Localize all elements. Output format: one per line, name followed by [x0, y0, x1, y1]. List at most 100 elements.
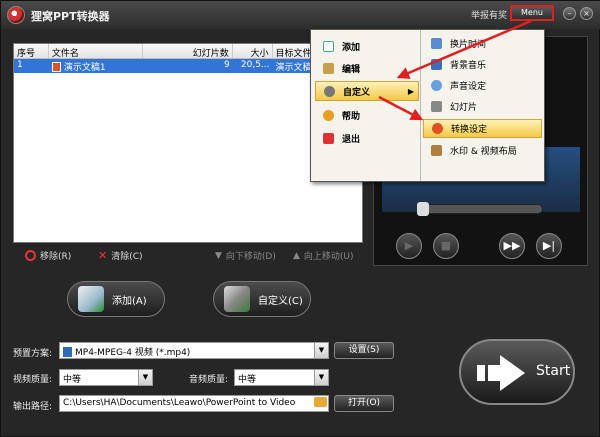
submenu-item-label: 水印 & 视频布局 — [450, 147, 517, 157]
submenu-item-slide-timing[interactable]: 换片时间 — [423, 34, 542, 53]
app-window: 狸窝PPT转换器 举报有奖 Menu – × 序号 文件名 幻灯片数 大小 目标… — [0, 0, 600, 437]
arrow-down-icon: ▼ — [215, 250, 222, 261]
menu-button[interactable]: Menu — [510, 5, 554, 21]
video-quality-label: 视频质量: — [13, 375, 53, 385]
chevron-down-icon: ▼ — [314, 370, 328, 385]
fast-forward-icon: ▶▶ — [503, 239, 521, 252]
preset-value: MP4-MPEG-4 视频 (*.mp4) — [75, 348, 191, 358]
edit-icon — [323, 62, 334, 74]
settings-button[interactable]: 设置(S) — [334, 342, 394, 359]
column-header-slides[interactable]: 幻灯片数 — [143, 44, 233, 58]
video-quality-value: 中等 — [63, 375, 82, 385]
menu-item-help[interactable]: 帮助 — [315, 105, 419, 125]
audio-quality-value: 中等 — [238, 375, 257, 385]
play-button[interactable]: ▶ — [396, 233, 422, 259]
submenu-item-label: 转换设定 — [451, 125, 488, 135]
play-icon: ▶ — [404, 239, 414, 252]
folder-icon[interactable] — [314, 397, 327, 407]
chevron-right-icon: ▶ — [407, 86, 414, 96]
next-button[interactable]: ▶| — [536, 233, 562, 259]
customize-button[interactable]: 自定义(C) — [213, 281, 311, 317]
menu-item-edit-label: 编辑 — [342, 64, 361, 75]
add-button[interactable]: 添加(A) — [67, 281, 165, 317]
stop-button[interactable]: ■ — [433, 233, 459, 259]
menu-item-help-label: 帮助 — [342, 111, 361, 122]
submenu-item-sound-settings[interactable]: 声音设定 — [423, 76, 542, 95]
stop-icon: ■ — [440, 239, 452, 252]
ppt-file-icon — [51, 62, 61, 72]
close-button[interactable]: × — [580, 7, 593, 20]
output-path-field[interactable]: C:\Users\HA\Documents\Leawo\PowerPoint t… — [59, 395, 329, 412]
clear-button[interactable]: ✕ 清除(C) — [98, 249, 143, 262]
start-label: Start — [536, 363, 571, 379]
output-path-label: 输出路径: — [13, 402, 53, 412]
audio-quality-select[interactable]: 中等 ▼ — [234, 369, 329, 386]
column-header-index[interactable]: 序号 — [14, 44, 49, 58]
minimize-button[interactable]: – — [563, 7, 576, 20]
music-icon — [431, 59, 442, 70]
slide-icon — [431, 101, 442, 112]
seek-knob[interactable] — [417, 202, 429, 216]
arrow-up-icon: ▲ — [293, 250, 300, 261]
mp4-icon — [63, 347, 72, 357]
submenu-item-label: 换片时间 — [450, 40, 487, 50]
tools-icon — [224, 286, 250, 312]
menu-item-add-label: 添加 — [342, 42, 361, 53]
customize-button-label: 自定义(C) — [258, 295, 303, 307]
clear-icon: ✕ — [98, 249, 108, 262]
title-bar: 狸窝PPT转换器 举报有奖 Menu – × — [1, 1, 600, 29]
chevron-down-icon: ▼ — [138, 370, 152, 385]
clear-label: 清除(C) — [111, 252, 143, 262]
menu-item-exit[interactable]: 退出 — [315, 128, 419, 148]
remove-icon — [25, 250, 36, 261]
move-up-button[interactable]: ▲ 向上移动(U) — [293, 249, 354, 263]
help-icon — [323, 109, 334, 121]
open-button[interactable]: 打开(O) — [334, 395, 394, 412]
move-down-button[interactable]: ▼ 向下移动(D) — [215, 249, 276, 263]
start-button[interactable]: Start — [459, 339, 575, 405]
submenu-item-label: 幻灯片 — [450, 103, 478, 113]
add-file-icon — [78, 286, 104, 312]
exit-icon — [323, 132, 334, 144]
cell-filename-text: 演示文稿1 — [63, 63, 106, 73]
cell-filename: 演示文稿1 — [49, 59, 143, 73]
report-link[interactable]: 举报有奖 — [471, 8, 507, 21]
column-header-filename[interactable]: 文件名 — [49, 44, 144, 58]
remove-label: 移除(R) — [40, 252, 72, 262]
main-menu-popup: 添加 编辑 自定义 ▶ 帮助 退出 换片时间 背景音乐 声音设定 幻灯片 转换设… — [310, 29, 545, 182]
submenu-item-background-music[interactable]: 背景音乐 — [423, 55, 542, 74]
output-path-value: C:\Users\HA\Documents\Leawo\PowerPoint t… — [63, 398, 296, 408]
seek-slider[interactable] — [417, 202, 543, 216]
submenu-item-watermark-layout[interactable]: 水印 & 视频布局 — [423, 141, 542, 160]
list-actions: 移除(R) ✕ 清除(C) ▼ 向下移动(D) ▲ 向上移动(U) — [13, 249, 363, 265]
submenu-item-conversion-settings[interactable]: 转换设定 — [423, 119, 542, 138]
submenu-item-label: 声音设定 — [450, 82, 487, 92]
submenu-item-label: 背景音乐 — [450, 61, 487, 71]
gear-icon — [324, 85, 335, 97]
app-logo-icon — [7, 6, 25, 24]
user-icon — [431, 38, 442, 49]
move-down-label: 向下移动(D) — [225, 252, 276, 262]
cell-index: 1 — [17, 60, 23, 70]
preset-label: 预置方案: — [13, 349, 53, 359]
convert-icon — [432, 123, 443, 134]
remove-button[interactable]: 移除(R) — [25, 249, 71, 262]
preset-select[interactable]: MP4-MPEG-4 视频 (*.mp4) ▼ — [59, 342, 329, 359]
menu-item-add[interactable]: 添加 — [315, 36, 419, 56]
watermark-icon — [431, 145, 442, 156]
cell-slides: 9 — [223, 60, 230, 70]
menu-item-customize[interactable]: 自定义 ▶ — [315, 81, 419, 101]
menu-item-exit-label: 退出 — [342, 134, 361, 145]
add-button-label: 添加(A) — [112, 295, 147, 307]
submenu-item-slides[interactable]: 幻灯片 — [423, 97, 542, 116]
cell-size: 20,5... — [240, 60, 270, 70]
chevron-down-icon: ▼ — [314, 343, 328, 358]
column-header-size[interactable]: 大小 — [233, 44, 273, 58]
menu-item-edit[interactable]: 编辑 — [315, 58, 419, 78]
add-icon — [323, 40, 334, 52]
next-icon: ▶| — [542, 239, 556, 252]
app-title: 狸窝PPT转换器 — [31, 10, 110, 23]
audio-quality-label: 音频质量: — [189, 375, 229, 385]
fast-forward-button[interactable]: ▶▶ — [499, 233, 525, 259]
video-quality-select[interactable]: 中等 ▼ — [59, 369, 153, 386]
